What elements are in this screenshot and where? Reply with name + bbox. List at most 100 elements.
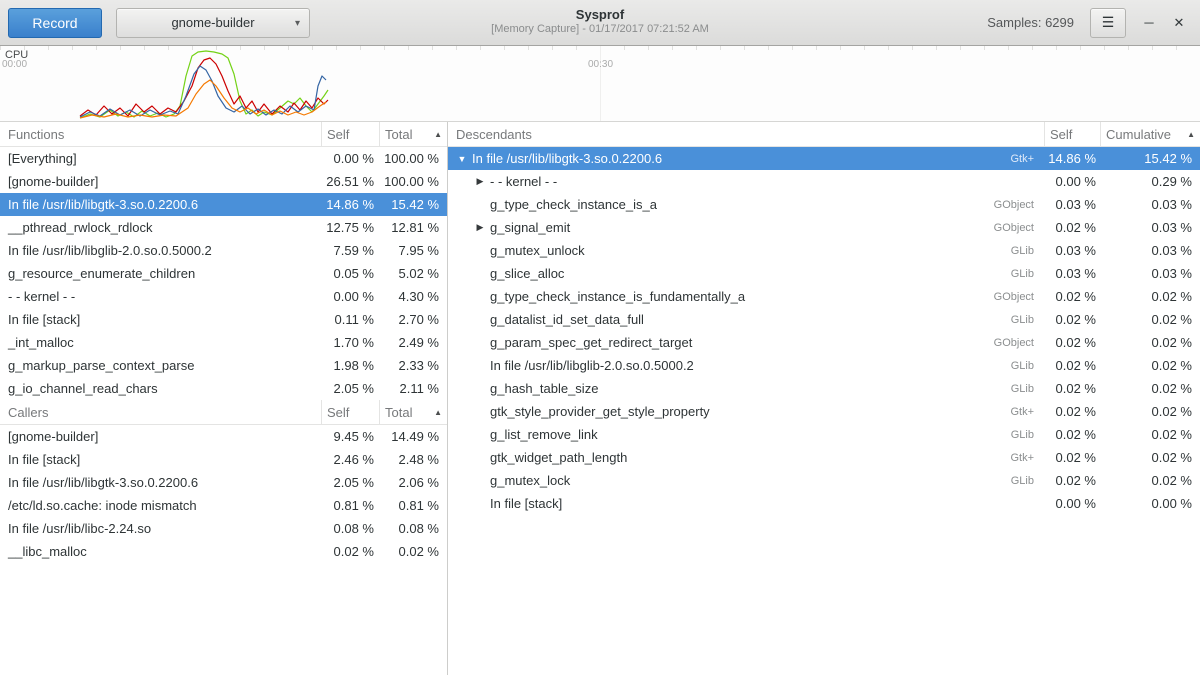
cell-self-percent: 0.02 % <box>1044 358 1100 373</box>
expander-open-icon[interactable]: ▼ <box>454 154 470 164</box>
descendants-self-column-header[interactable]: Self <box>1044 122 1100 146</box>
cell-cumulative-percent: 0.02 % <box>1100 427 1200 442</box>
cell-function-name: g_param_spec_get_redirect_target <box>488 335 972 350</box>
functions-column-header[interactable]: Functions <box>0 122 321 146</box>
functions-row[interactable]: In file [stack]0.11 %2.70 % <box>0 308 447 331</box>
cell-self-percent: 0.02 % <box>1044 289 1100 304</box>
cell-self-percent: 0.02 % <box>321 544 379 559</box>
functions-total-column-header[interactable]: Total ▲ <box>379 122 447 146</box>
hamburger-icon: ☰ <box>1102 14 1115 31</box>
cell-self-percent: 0.02 % <box>1044 335 1100 350</box>
menu-button[interactable]: ☰ <box>1090 8 1126 38</box>
app-title: Sysprof <box>491 7 709 23</box>
functions-row[interactable]: g_io_channel_read_chars2.05 %2.11 % <box>0 377 447 400</box>
cell-library-tag: GLib <box>972 268 1044 280</box>
cell-total-percent: 15.42 % <box>379 197 447 212</box>
self-header-label: Self <box>327 405 349 420</box>
functions-row[interactable]: g_resource_enumerate_children0.05 %5.02 … <box>0 262 447 285</box>
callers-row[interactable]: In file /usr/lib/libgtk-3.so.0.2200.62.0… <box>0 471 447 494</box>
cell-self-percent: 0.03 % <box>1044 197 1100 212</box>
record-button[interactable]: Record <box>8 8 102 38</box>
cell-cumulative-percent: 0.03 % <box>1100 243 1200 258</box>
descendants-row[interactable]: In file /usr/lib/libglib-2.0.so.0.5000.2… <box>448 354 1200 377</box>
descendants-row[interactable]: ▶g_signal_emitGObject0.02 %0.03 % <box>448 216 1200 239</box>
cell-function-name: In file /usr/lib/libgtk-3.so.0.2200.6 <box>0 197 321 212</box>
close-button[interactable]: ✕ <box>1164 8 1194 38</box>
descendants-row[interactable]: ▼In file /usr/lib/libgtk-3.so.0.2200.6Gt… <box>448 147 1200 170</box>
cell-library-tag: Gtk+ <box>972 452 1044 464</box>
callers-row[interactable]: __libc_malloc0.02 %0.02 % <box>0 540 447 563</box>
functions-row[interactable]: [gnome-builder]26.51 %100.00 % <box>0 170 447 193</box>
callers-row[interactable]: [gnome-builder]9.45 %14.49 % <box>0 425 447 448</box>
cell-self-percent: 0.02 % <box>1044 427 1100 442</box>
descendants-column-header[interactable]: Descendants <box>448 122 1044 146</box>
close-icon: ✕ <box>1174 15 1185 31</box>
descendants-row[interactable]: gtk_style_provider_get_style_propertyGtk… <box>448 400 1200 423</box>
descendants-row[interactable]: g_list_remove_linkGLib0.02 %0.02 % <box>448 423 1200 446</box>
functions-row[interactable]: - - kernel - -0.00 %4.30 % <box>0 285 447 308</box>
functions-row[interactable]: _int_malloc1.70 %2.49 % <box>0 331 447 354</box>
callers-self-column-header[interactable]: Self <box>321 400 379 424</box>
descendants-row[interactable]: ▶- - kernel - -0.00 %0.29 % <box>448 170 1200 193</box>
descendants-row[interactable]: g_type_check_instance_is_fundamentally_a… <box>448 285 1200 308</box>
callers-row[interactable]: In file /usr/lib/libc-2.24.so0.08 %0.08 … <box>0 517 447 540</box>
cell-library-tag: GLib <box>972 429 1044 441</box>
callers-table-header: Callers Self Total ▲ <box>0 400 447 425</box>
cell-function-name: g_slice_alloc <box>488 266 972 281</box>
functions-row[interactable]: In file /usr/lib/libgtk-3.so.0.2200.614.… <box>0 193 447 216</box>
functions-row[interactable]: In file /usr/lib/libglib-2.0.so.0.5000.2… <box>0 239 447 262</box>
cell-cumulative-percent: 0.03 % <box>1100 220 1200 235</box>
cell-self-percent: 0.00 % <box>321 289 379 304</box>
sort-indicator-icon: ▲ <box>428 408 442 417</box>
callers-column-header[interactable]: Callers <box>0 400 321 424</box>
cpu-line-orange <box>80 80 326 118</box>
descendants-row[interactable]: g_datalist_id_set_data_fullGLib0.02 %0.0… <box>448 308 1200 331</box>
callers-table: [gnome-builder]9.45 %14.49 %In file [sta… <box>0 425 447 563</box>
descendants-row[interactable]: g_hash_table_sizeGLib0.02 %0.02 % <box>448 377 1200 400</box>
callers-row[interactable]: In file [stack]2.46 %2.48 % <box>0 448 447 471</box>
descendants-row[interactable]: gtk_widget_path_lengthGtk+0.02 %0.02 % <box>448 446 1200 469</box>
cell-self-percent: 0.02 % <box>1044 473 1100 488</box>
cumulative-header-label: Cumulative <box>1106 127 1171 142</box>
time-label-start: 00:00 <box>2 59 27 70</box>
cell-function-name: g_type_check_instance_is_fundamentally_a <box>488 289 972 304</box>
descendants-row[interactable]: g_slice_allocGLib0.03 %0.03 % <box>448 262 1200 285</box>
cell-total-percent: 100.00 % <box>379 174 447 189</box>
descendants-row[interactable]: g_type_check_instance_is_aGObject0.03 %0… <box>448 193 1200 216</box>
cell-cumulative-percent: 0.02 % <box>1100 289 1200 304</box>
cell-function-name: /etc/ld.so.cache: inode mismatch <box>0 498 321 513</box>
functions-self-column-header[interactable]: Self <box>321 122 379 146</box>
cpu-graph-area[interactable]: CPU 00:00 00:30 <box>0 46 1200 122</box>
self-header-label: Self <box>1050 127 1072 142</box>
process-selector-dropdown[interactable]: gnome-builder ▾ <box>116 8 310 38</box>
descendants-row[interactable]: In file [stack]0.00 %0.00 % <box>448 492 1200 515</box>
descendants-row[interactable]: g_mutex_lockGLib0.02 %0.02 % <box>448 469 1200 492</box>
cell-total-percent: 2.48 % <box>379 452 447 467</box>
cell-self-percent: 0.02 % <box>1044 220 1100 235</box>
samples-count: Samples: 6299 <box>987 15 1074 30</box>
callers-row[interactable]: /etc/ld.so.cache: inode mismatch0.81 %0.… <box>0 494 447 517</box>
descendants-row[interactable]: g_mutex_unlockGLib0.03 %0.03 % <box>448 239 1200 262</box>
cell-self-percent: 0.02 % <box>1044 404 1100 419</box>
main-content: Functions Self Total ▲ [Everything]0.00 … <box>0 122 1200 675</box>
expander-closed-icon[interactable]: ▶ <box>472 222 488 233</box>
callers-total-column-header[interactable]: Total ▲ <box>379 400 447 424</box>
cell-self-percent: 7.59 % <box>321 243 379 258</box>
functions-table-header: Functions Self Total ▲ <box>0 122 447 147</box>
functions-row[interactable]: __pthread_rwlock_rdlock12.75 %12.81 % <box>0 216 447 239</box>
minimize-button[interactable]: ─ <box>1134 8 1164 38</box>
cell-function-name: __libc_malloc <box>0 544 321 559</box>
cell-function-name: g_mutex_lock <box>488 473 972 488</box>
cell-library-tag: GLib <box>972 383 1044 395</box>
descendants-row[interactable]: g_param_spec_get_redirect_targetGObject0… <box>448 331 1200 354</box>
cell-cumulative-percent: 0.02 % <box>1100 358 1200 373</box>
descendants-cumulative-column-header[interactable]: Cumulative ▲ <box>1100 122 1200 146</box>
functions-row[interactable]: g_markup_parse_context_parse1.98 %2.33 % <box>0 354 447 377</box>
cell-function-name: In file /usr/lib/libglib-2.0.so.0.5000.2 <box>0 243 321 258</box>
cell-cumulative-percent: 0.29 % <box>1100 174 1200 189</box>
cell-library-tag: GObject <box>972 199 1044 211</box>
functions-row[interactable]: [Everything]0.00 %100.00 % <box>0 147 447 170</box>
expander-closed-icon[interactable]: ▶ <box>472 176 488 187</box>
cell-total-percent: 0.02 % <box>379 544 447 559</box>
cell-function-name: gtk_style_provider_get_style_property <box>488 404 972 419</box>
